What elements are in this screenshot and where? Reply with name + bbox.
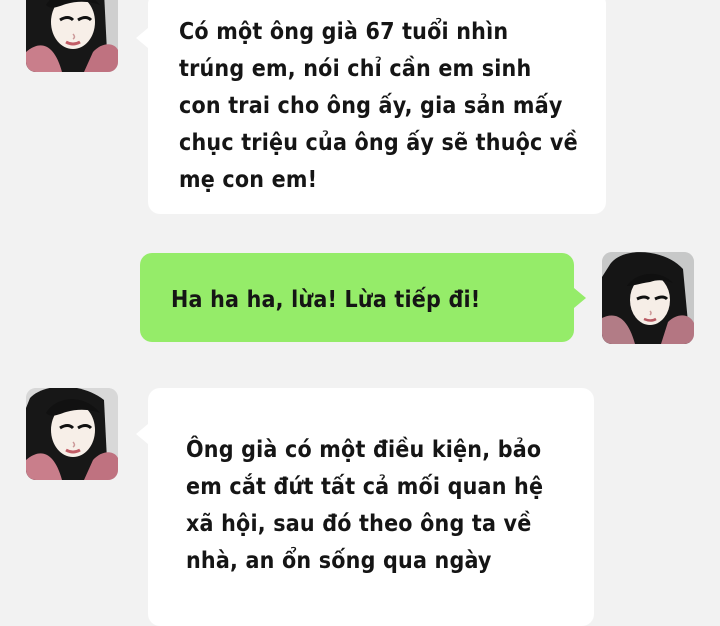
incoming-message-bubble[interactable]: Có một ông già 67 tuổi nhìn trúng em, nó… [136, 0, 606, 214]
bubble-tail [574, 288, 586, 308]
message-text: Ông già có một điều kiện, bảo em cắt đứt… [186, 437, 544, 574]
message-text: Ha ha ha, lừa! Lừa tiếp đi! [171, 287, 481, 313]
outgoing-message-bubble[interactable]: Ha ha ha, lừa! Lừa tiếp đi! [140, 253, 586, 342]
my-avatar[interactable] [602, 252, 694, 344]
bubble-tail [136, 28, 148, 48]
contact-avatar[interactable] [26, 0, 118, 72]
message-text: Có một ông già 67 tuổi nhìn trúng em, nó… [179, 19, 578, 193]
contact-avatar[interactable] [26, 388, 118, 480]
bubble-tail [136, 424, 148, 444]
incoming-message-bubble[interactable]: Ông già có một điều kiện, bảo em cắt đứt… [136, 388, 594, 626]
